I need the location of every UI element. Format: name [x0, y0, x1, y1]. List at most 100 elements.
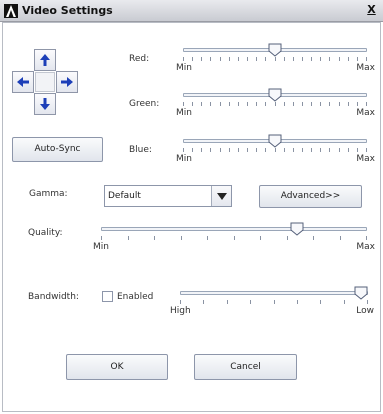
slider-tick — [181, 236, 182, 240]
bandwidth-slider[interactable]: High Low — [170, 286, 374, 317]
slider-tick — [293, 102, 294, 106]
arrow-right-icon[interactable] — [56, 71, 78, 93]
arrow-down-icon[interactable] — [34, 93, 56, 115]
slider-tick — [329, 148, 330, 152]
slider-tick — [366, 236, 367, 240]
bandwidth-low-label: Low — [356, 306, 374, 316]
bandwidth-high-label: High — [170, 306, 191, 316]
dropdown-arrow-icon[interactable] — [211, 186, 231, 206]
slider-tick — [339, 148, 340, 152]
slider-tick — [313, 236, 314, 240]
slider-tick — [366, 102, 367, 106]
bandwidth-enabled-checkbox[interactable] — [102, 291, 113, 302]
slider-tick — [220, 148, 221, 152]
slider-tick — [227, 300, 228, 304]
red-slider[interactable]: Min Max — [176, 43, 375, 74]
settings-panel: Red: Min Max Green: Min Max Blue: Min Ma… — [2, 22, 381, 412]
arrow-left-icon[interactable] — [12, 71, 34, 93]
quality-slider[interactable]: Min Max — [93, 222, 375, 253]
slider-tick — [311, 102, 312, 106]
quality-max-label: Max — [356, 242, 375, 252]
slider-tick — [229, 148, 230, 152]
slider-tick — [101, 236, 102, 240]
blue-slider[interactable]: Min Max — [176, 134, 375, 165]
close-button[interactable]: X — [365, 4, 378, 17]
slider-ticks — [183, 57, 367, 63]
slider-track — [101, 227, 367, 231]
gamma-select[interactable]: Default — [104, 185, 232, 207]
slider-tick — [320, 148, 321, 152]
slider-tick — [357, 148, 358, 152]
slider-thumb[interactable] — [290, 222, 304, 236]
bandwidth-label: Bandwidth: — [28, 292, 79, 302]
auto-sync-button[interactable]: Auto-Sync — [12, 137, 103, 162]
green-max-label: Max — [356, 108, 375, 118]
slider-tick — [192, 57, 193, 61]
slider-tick — [250, 300, 251, 304]
gamma-label: Gamma: — [29, 189, 68, 199]
slider-tick — [293, 57, 294, 61]
quality-min-label: Min — [93, 242, 109, 252]
slider-tick — [234, 236, 235, 240]
red-min-label: Min — [176, 63, 192, 73]
slider-tick — [293, 148, 294, 152]
slider-tick — [207, 236, 208, 240]
slider-tick — [256, 102, 257, 106]
video-settings-window: Video Settings X Red: Min Max Green: Min… — [0, 0, 383, 414]
title-bar[interactable]: Video Settings X — [0, 0, 383, 22]
slider-tick — [201, 148, 202, 152]
slider-tick — [320, 300, 321, 304]
blue-label: Blue: — [129, 145, 152, 155]
slider-tick — [344, 300, 345, 304]
slider-ticks — [183, 102, 367, 108]
slider-tick — [183, 57, 184, 61]
slider-tick — [348, 57, 349, 61]
slider-tick — [210, 57, 211, 61]
arrow-up-icon[interactable] — [34, 49, 56, 71]
slider-tick — [311, 57, 312, 61]
slider-thumb[interactable] — [268, 43, 282, 57]
gamma-selected-value: Default — [108, 191, 141, 201]
slider-tick — [192, 102, 193, 106]
slider-tick — [238, 57, 239, 61]
slider-tick — [265, 148, 266, 152]
slider-tick — [183, 102, 184, 106]
slider-tick — [210, 102, 211, 106]
blue-max-label: Max — [356, 154, 375, 164]
bandwidth-enabled-label: Enabled — [117, 292, 154, 302]
slider-tick — [275, 57, 276, 61]
slider-tick — [203, 300, 204, 304]
slider-thumb[interactable] — [268, 88, 282, 102]
slider-ticks — [183, 148, 367, 154]
advanced-button[interactable]: Advanced>> — [259, 185, 362, 208]
quality-label: Quality: — [28, 228, 63, 238]
cancel-button[interactable]: Cancel — [194, 354, 297, 380]
slider-thumb[interactable] — [354, 286, 368, 300]
slider-ticks — [101, 236, 367, 242]
slider-tick — [192, 148, 193, 152]
slider-tick — [302, 57, 303, 61]
slider-tick — [275, 148, 276, 152]
slider-tick — [265, 57, 266, 61]
slider-tick — [302, 148, 303, 152]
slider-tick — [284, 102, 285, 106]
slider-tick — [284, 57, 285, 61]
slider-tick — [183, 148, 184, 152]
slider-tick — [329, 102, 330, 106]
window-title: Video Settings — [22, 4, 113, 17]
slider-tick — [339, 102, 340, 106]
green-min-label: Min — [176, 108, 192, 118]
slider-tick — [180, 300, 181, 304]
slider-tick — [339, 57, 340, 61]
slider-tick — [265, 102, 266, 106]
slider-tick — [320, 102, 321, 106]
slider-tick — [201, 102, 202, 106]
green-slider[interactable]: Min Max — [176, 88, 375, 119]
slider-thumb[interactable] — [268, 134, 282, 148]
slider-tick — [247, 57, 248, 61]
slider-tick — [128, 236, 129, 240]
slider-tick — [284, 148, 285, 152]
slider-tick — [348, 148, 349, 152]
slider-tick — [256, 148, 257, 152]
ok-button[interactable]: OK — [66, 354, 168, 380]
